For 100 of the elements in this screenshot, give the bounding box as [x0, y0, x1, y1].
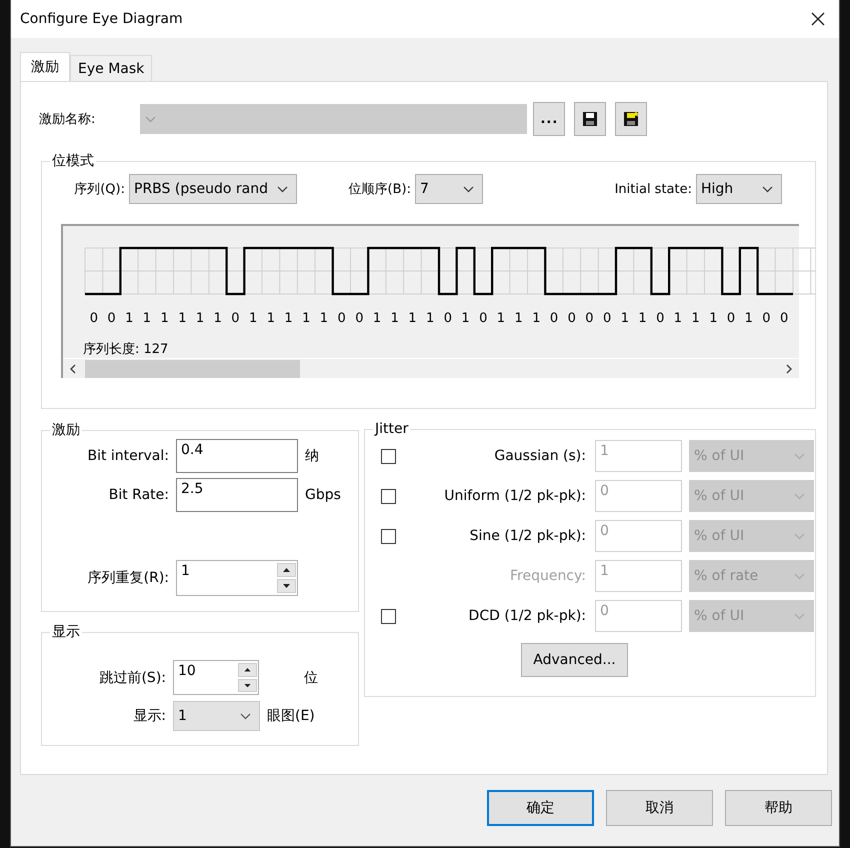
dialog-button[interactable]: 帮助: [725, 790, 832, 826]
checkbox[interactable]: [381, 528, 396, 544]
browse-button[interactable]: ...: [533, 102, 566, 136]
chevron-icon: [762, 186, 773, 192]
bit-value: 0: [726, 311, 736, 326]
dialog-button[interactable]: 确定: [487, 790, 594, 826]
tab[interactable]: Eye Mask: [70, 55, 152, 81]
scrollbar-thumb[interactable]: [85, 360, 300, 378]
horizontal-scrollbar[interactable]: [63, 358, 799, 378]
bit-value: 0: [568, 311, 576, 326]
field-label: 序列(Q):: [73, 181, 125, 198]
field-label: Frequency:: [508, 568, 586, 584]
spin-down-icon[interactable]: [277, 579, 296, 593]
bit-value: 1: [284, 311, 293, 326]
sequence-dropdown[interactable]: PRBS (pseudo rand: [129, 174, 297, 204]
sequence-length-text: 序列长度: 127: [83, 341, 170, 359]
bit-value: 1: [125, 311, 134, 326]
spin-down-icon[interactable]: [238, 678, 257, 692]
spin-up-icon[interactable]: [277, 563, 296, 577]
bit-value: 0: [780, 311, 788, 326]
save-button[interactable]: [574, 102, 606, 136]
bit-value: 0: [585, 311, 594, 326]
bit-value: 0: [231, 311, 240, 326]
field-label: Bit interval:: [86, 448, 169, 464]
bit-value: 1: [638, 311, 647, 326]
chevron-icon: [277, 186, 288, 192]
bit-value: 1: [196, 311, 204, 326]
bit-value: 1: [496, 311, 506, 326]
bit-value: 1: [178, 311, 186, 326]
field-label: 显示:: [132, 707, 166, 725]
bit-value: 1: [390, 311, 399, 326]
chevron-icon: [794, 532, 805, 540]
field-label: Sine (1/2 pk-pk):: [468, 528, 586, 544]
chevron-icon: [794, 572, 805, 580]
checkbox[interactable]: [381, 608, 396, 624]
field-label: Initial state:: [614, 182, 692, 196]
save-as-button[interactable]: [615, 102, 648, 136]
spin-up-icon[interactable]: [238, 663, 257, 676]
bit-value: 0: [479, 311, 488, 326]
scroll-left-icon[interactable]: [69, 364, 77, 374]
chevron-icon: [794, 452, 805, 460]
bit-value: 1: [266, 311, 275, 326]
dialog-button[interactable]: 取消: [606, 790, 713, 826]
advanced-button[interactable]: Advanced...: [521, 643, 628, 677]
scroll-right-icon[interactable]: [785, 364, 793, 374]
field-label: Uniform (1/2 pk-pk):: [443, 488, 586, 504]
unit-label: Gbps: [305, 487, 341, 503]
bit-value: 1: [461, 311, 470, 326]
close-icon[interactable]: [811, 12, 825, 26]
bit-value: 1: [214, 311, 222, 326]
bit-value: 1: [142, 311, 152, 326]
field-label: 序列重复(R):: [86, 569, 169, 587]
bit-value: 0: [603, 311, 612, 326]
field-label: Bit Rate:: [108, 487, 169, 503]
bit-order-dropdown[interactable]: 7: [415, 174, 483, 204]
unit-label: 纳: [305, 447, 319, 465]
bit-value: 0: [656, 311, 664, 326]
bit-value: 1: [408, 311, 417, 326]
group-title: 激励: [51, 421, 81, 439]
bit-value: 0: [444, 311, 452, 326]
group-title: 显示: [51, 623, 81, 641]
input-field[interactable]: 2.5: [176, 478, 298, 512]
bit-value: 1: [372, 311, 382, 326]
eye-count-dropdown[interactable]: 1: [173, 701, 260, 731]
bit-value: 1: [249, 311, 258, 326]
input-field[interactable]: 0.4: [176, 439, 298, 473]
group-title: Jitter: [373, 421, 410, 437]
window-title: Configure Eye Diagram: [20, 11, 183, 27]
field-label: DCD (1/2 pk-pk):: [468, 608, 586, 624]
bit-value: 1: [160, 311, 169, 326]
bit-value: 0: [90, 311, 98, 326]
group-title: 位模式: [51, 152, 95, 170]
spin-field[interactable]: 1: [176, 560, 298, 596]
chevron-icon: [240, 712, 251, 720]
bit-value: 1: [320, 311, 328, 326]
bit-value: 1: [692, 311, 700, 326]
chevron-icon: [794, 492, 805, 500]
initial-state-dropdown[interactable]: High: [696, 174, 782, 204]
field-label: 激励名称:: [39, 111, 96, 128]
unit-label: 位: [304, 668, 318, 686]
bit-value: 1: [426, 311, 434, 326]
bit-value: 0: [107, 311, 116, 326]
chevron-icon: [463, 186, 474, 192]
bit-value: 1: [674, 311, 682, 326]
bit-value: 0: [355, 311, 364, 326]
field-label: Gaussian (s):: [493, 448, 586, 464]
spin-field[interactable]: 10: [173, 660, 259, 695]
checkbox[interactable]: [381, 488, 396, 504]
chevron-icon: [145, 116, 156, 122]
bit-value: 0: [762, 311, 771, 326]
field-label: 位顺序(B):: [348, 181, 411, 198]
bit-value: 1: [744, 311, 753, 326]
field-label: 跳过前(S):: [98, 668, 166, 686]
bit-value: 1: [709, 311, 718, 326]
bit-value: 0: [550, 311, 558, 326]
bit-value: 1: [532, 311, 540, 326]
tab[interactable]: 激励: [20, 52, 70, 81]
unit-label: 眼图(E): [267, 707, 315, 725]
checkbox[interactable]: [381, 448, 396, 464]
bit-value: 1: [514, 311, 523, 326]
